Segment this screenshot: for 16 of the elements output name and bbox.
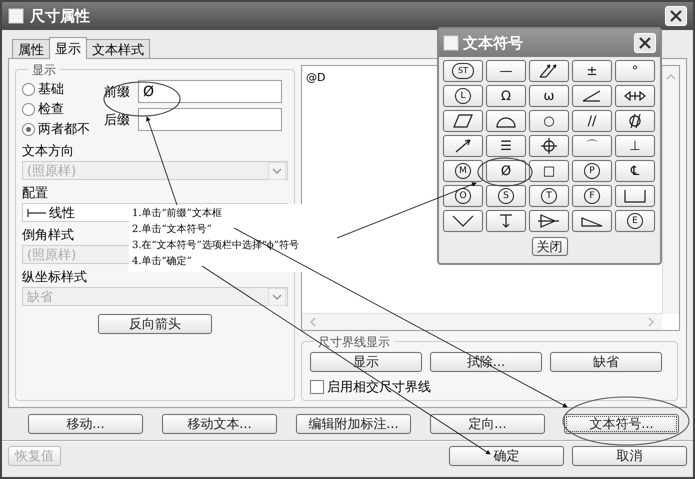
annotation-text: 2.单击“文本符号” [132,222,212,237]
field-label: 后缀 [104,112,131,128]
field-label: 文本方向 [22,143,74,160]
palette-title: 文本符号 [463,34,523,52]
field-label: 配置 [22,185,48,202]
text-content: @D [306,71,326,84]
group-title: 尺寸界线显示 [314,334,394,351]
annotation-text: 4.单击“确定” [132,254,192,269]
group-title: 显示 [28,62,60,79]
radio-label: 检查 [38,101,64,118]
radio-label: 基础 [38,81,64,98]
field-label: 纵坐标样式 [22,269,87,286]
window-title: 尺寸属性 [30,6,90,26]
annotation-text: 1.单击“前缀”文本框 [132,206,222,221]
radio-label: 两者都不 [38,121,90,138]
field-label: 倒角样式 [22,227,74,244]
